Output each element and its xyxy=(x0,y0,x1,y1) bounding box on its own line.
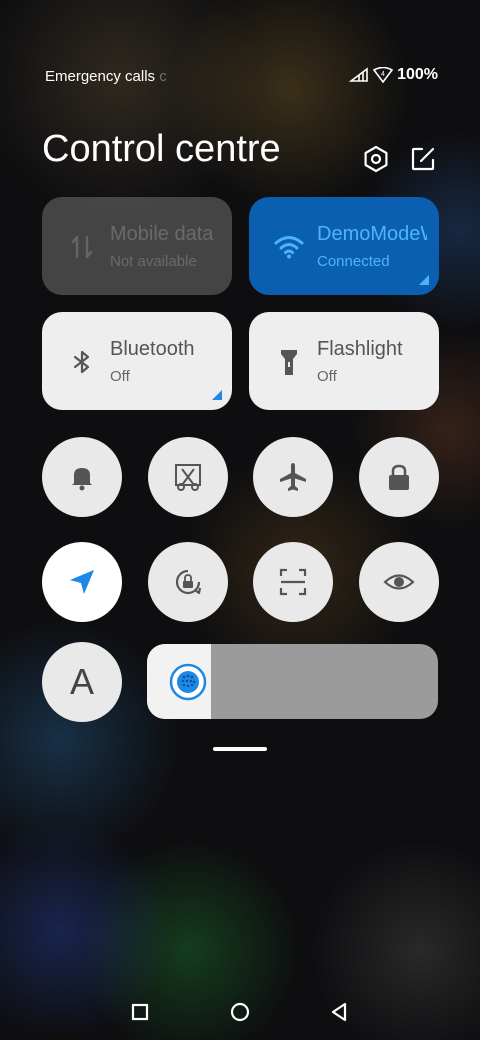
settings-hexagon-icon[interactable] xyxy=(361,144,391,174)
wifi-tile[interactable]: DemoModeWiFi Connected xyxy=(249,197,439,295)
bluetooth-status: Off xyxy=(110,368,130,385)
location-toggle[interactable] xyxy=(42,542,122,622)
mute-toggle[interactable] xyxy=(42,437,122,517)
flashlight-icon xyxy=(281,350,297,375)
screenshot-toggle[interactable] xyxy=(148,437,228,517)
mobile-data-title: Mobile data xyxy=(110,223,214,245)
wifi-icon xyxy=(274,236,304,259)
lock-icon xyxy=(389,464,409,490)
control-centre-screen: Emergency calls c 4 100% Control centre … xyxy=(0,0,480,1040)
lock-screen-toggle[interactable] xyxy=(359,437,439,517)
back-icon[interactable] xyxy=(327,1000,351,1024)
mobile-data-status: Not available xyxy=(110,253,197,270)
battery-percentage: 100% xyxy=(397,66,438,83)
rotation-lock-toggle[interactable] xyxy=(148,542,228,622)
flashlight-status: Off xyxy=(317,368,337,385)
flashlight-tile[interactable]: Flashlight Off xyxy=(249,312,439,410)
bluetooth-icon xyxy=(73,350,90,374)
status-bar: Emergency calls c 4 100% xyxy=(0,62,480,92)
emergency-calls-text: Emergency calls c xyxy=(45,68,167,85)
airplane-mode-toggle[interactable] xyxy=(253,437,333,517)
flashlight-title: Flashlight xyxy=(317,338,403,360)
mobile-data-tile[interactable]: Mobile data Not available xyxy=(42,197,232,295)
mobile-data-icon xyxy=(71,235,93,259)
font-size-toggle[interactable]: A xyxy=(42,642,122,722)
scanner-toggle[interactable] xyxy=(253,542,333,622)
scanner-icon xyxy=(279,568,307,596)
recent-apps-icon[interactable] xyxy=(128,1000,152,1024)
wifi-status-icon: 4 xyxy=(373,67,394,83)
emergency-calls-label: Emergency calls xyxy=(45,68,156,85)
bluetooth-title: Bluetooth xyxy=(110,338,195,360)
wifi-status: Connected xyxy=(317,253,390,270)
wifi-expand-indicator[interactable] xyxy=(419,275,429,285)
edit-icon[interactable] xyxy=(408,144,438,174)
bluetooth-tile[interactable]: Bluetooth Off xyxy=(42,312,232,410)
eye-icon xyxy=(383,574,415,590)
rotation-lock-icon xyxy=(175,569,202,595)
emergency-calls-fade: c xyxy=(159,68,167,85)
location-icon xyxy=(70,570,94,594)
bluetooth-expand-indicator[interactable] xyxy=(212,390,222,400)
wifi-network-name: DemoModeWiFi xyxy=(317,223,427,245)
brightness-icon xyxy=(169,663,207,701)
brightness-slider[interactable] xyxy=(147,644,438,719)
page-title: Control centre xyxy=(42,128,281,170)
airplane-icon xyxy=(280,463,306,491)
panel-drag-handle[interactable] xyxy=(213,747,267,751)
font-letter: A xyxy=(69,661,94,702)
bell-icon xyxy=(72,468,92,491)
signal-icon xyxy=(349,67,368,82)
reading-mode-toggle[interactable] xyxy=(359,542,439,622)
screenshot-icon xyxy=(175,464,201,491)
svg-text:4: 4 xyxy=(381,71,385,78)
home-icon[interactable] xyxy=(228,1000,252,1024)
status-icons: 4 100% xyxy=(349,66,438,84)
